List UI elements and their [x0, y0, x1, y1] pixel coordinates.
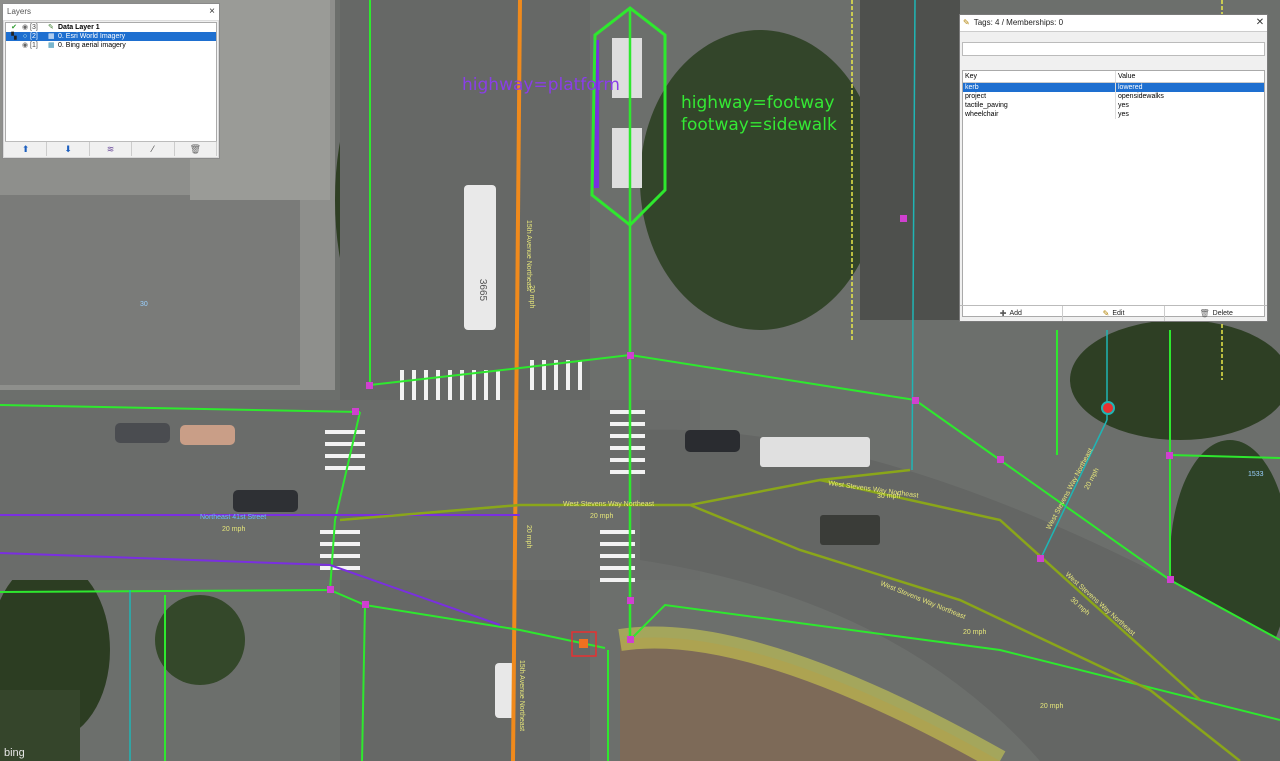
building-roof-lower	[0, 195, 300, 385]
layer-name: 0. Bing aerial imagery	[58, 42, 126, 49]
bus	[464, 185, 496, 330]
truck	[820, 515, 880, 545]
layers-title-bar[interactable]: Layers ×	[3, 4, 219, 21]
pencil-icon: ✎	[963, 18, 970, 27]
annotation-footway: highway=footway	[681, 93, 835, 113]
tag-key[interactable]: kerb	[963, 83, 1116, 92]
trees-east	[1070, 320, 1280, 440]
table-row[interactable]: kerb lowered	[963, 83, 1264, 92]
car	[115, 423, 170, 443]
speed-label: 20 mph	[590, 513, 613, 520]
table-row[interactable]: wheelchair yes	[963, 110, 1264, 119]
tags-title: Tags: 4 / Memberships: 0	[973, 18, 1064, 27]
eye-icon[interactable]: ◉	[20, 41, 30, 50]
trash-icon[interactable]: 🗑	[175, 142, 218, 156]
trash-icon: 🗑	[1199, 309, 1210, 318]
tag-value[interactable]: opensidewalks	[1116, 92, 1264, 101]
speed-label: 20 mph	[222, 526, 245, 533]
bus-number: 3665	[477, 279, 488, 302]
annotation-platform: highway=platform	[462, 75, 620, 95]
speed-label: 20 mph	[525, 525, 532, 548]
trees-central	[640, 30, 880, 330]
add-button[interactable]: ✚ Add	[960, 306, 1063, 321]
edit-button[interactable]: ✎ Edit	[1063, 306, 1166, 321]
street-label-avenue-south: 15th Avenue Northeast	[518, 660, 525, 731]
add-label: Add	[1009, 310, 1022, 317]
shelter	[612, 128, 642, 188]
node-label: 30	[140, 301, 148, 308]
layer-row-esri-imagery[interactable]: ▚ ○ [2] ▦ 0. Esri World Imagery	[6, 32, 216, 41]
selected-node[interactable]	[579, 639, 588, 648]
layer-index: [1]	[30, 42, 38, 49]
parking-area	[860, 0, 960, 320]
layers-toolbar: ⬆ ⬇ ≋ ⁄ 🗑	[5, 141, 218, 156]
column-header-value[interactable]: Value	[1116, 71, 1264, 82]
street-label-stevens: West Stevens Way Northeast	[563, 501, 654, 508]
car	[180, 425, 235, 445]
node-label: 1533	[1248, 471, 1264, 478]
column-header-key[interactable]: Key	[963, 71, 1116, 82]
tag-key[interactable]: tactile_paving	[963, 101, 1116, 110]
close-icon[interactable]: ✕	[1253, 15, 1267, 31]
tags-table[interactable]: Key Value kerb lowered project opensidew…	[962, 70, 1265, 317]
speed-label: 30 mph	[877, 493, 900, 500]
bus-stop-node[interactable]	[1101, 401, 1115, 415]
table-row[interactable]: project opensidewalks	[963, 92, 1264, 101]
merge-icon[interactable]: ≋	[90, 142, 133, 156]
tag-key[interactable]: project	[963, 92, 1116, 101]
tags-panel[interactable]: ✎ Tags: 4 / Memberships: 0 ✕ Key Value k…	[959, 14, 1268, 322]
truck	[760, 437, 870, 467]
layer-index: [2]	[30, 33, 38, 40]
tag-value[interactable]: yes	[1116, 101, 1264, 110]
street-label-avenue-north: 15th Avenue Northeast	[525, 220, 532, 291]
delete-label: Delete	[1212, 310, 1233, 317]
drag-handle-icon[interactable]: ▚	[8, 32, 20, 41]
active-check-icon[interactable]: ✔	[8, 23, 20, 32]
layer-name: 0. Esri World Imagery	[58, 33, 126, 40]
street-label-ne41st: Northeast 41st Street	[200, 514, 266, 521]
edit-label: Edit	[1112, 310, 1125, 317]
layers-title: Layers	[7, 7, 32, 16]
layer-index: [3]	[30, 24, 38, 31]
imagery-layer-icon: ▦	[48, 42, 55, 49]
speed-label: 20 mph	[1040, 703, 1063, 710]
avenue-pavement	[340, 0, 590, 761]
layer-row-bing-imagery[interactable]: ◉ [1] ▦ 0. Bing aerial imagery	[6, 41, 216, 50]
tag-value[interactable]: yes	[1116, 110, 1264, 119]
data-layer-icon: ✎	[48, 24, 54, 31]
eye-icon[interactable]: ◉	[20, 23, 30, 32]
delete-button[interactable]: 🗑 Delete	[1165, 306, 1267, 321]
car	[233, 490, 298, 512]
imagery-layer-icon: ▦	[48, 33, 55, 40]
plus-icon: ✚	[999, 309, 1007, 318]
annotation-sidewalk: footway=sidewalk	[681, 115, 837, 135]
tags-filter-input[interactable]	[962, 42, 1265, 56]
layer-row-data-layer-1[interactable]: ✔ ◉ [3] ✎ Data Layer 1	[6, 23, 216, 32]
tags-title-bar[interactable]: ✎ Tags: 4 / Memberships: 0 ✕	[960, 15, 1267, 32]
speed-label: 20 mph	[528, 285, 535, 308]
layers-panel[interactable]: Layers × ✔ ◉ [3] ✎ Data Layer 1 ▚ ○ [2] …	[2, 3, 220, 159]
car	[685, 430, 740, 452]
table-row[interactable]: tactile_paving yes	[963, 101, 1264, 110]
speed-label: 20 mph	[963, 629, 986, 636]
layer-name: Data Layer 1	[58, 24, 100, 31]
move-up-icon[interactable]: ⬆	[5, 142, 48, 156]
tag-key[interactable]: wheelchair	[963, 110, 1116, 119]
tags-button-bar: ✚ Add ✎ Edit 🗑 Delete	[960, 305, 1267, 321]
edit-icon: ✎	[1102, 309, 1110, 318]
street-pavement	[0, 400, 700, 580]
close-icon[interactable]: ×	[205, 4, 219, 20]
move-down-icon[interactable]: ⬇	[47, 142, 90, 156]
tree	[155, 595, 245, 685]
bing-logo: bing	[4, 747, 25, 759]
delete-layer-icon[interactable]: ⁄	[132, 142, 175, 156]
layers-list[interactable]: ✔ ◉ [3] ✎ Data Layer 1 ▚ ○ [2] ▦ 0. Esri…	[5, 22, 217, 142]
eye-icon[interactable]: ○	[20, 32, 30, 41]
tag-value[interactable]: lowered	[1116, 83, 1264, 92]
tags-table-header: Key Value	[963, 71, 1264, 83]
